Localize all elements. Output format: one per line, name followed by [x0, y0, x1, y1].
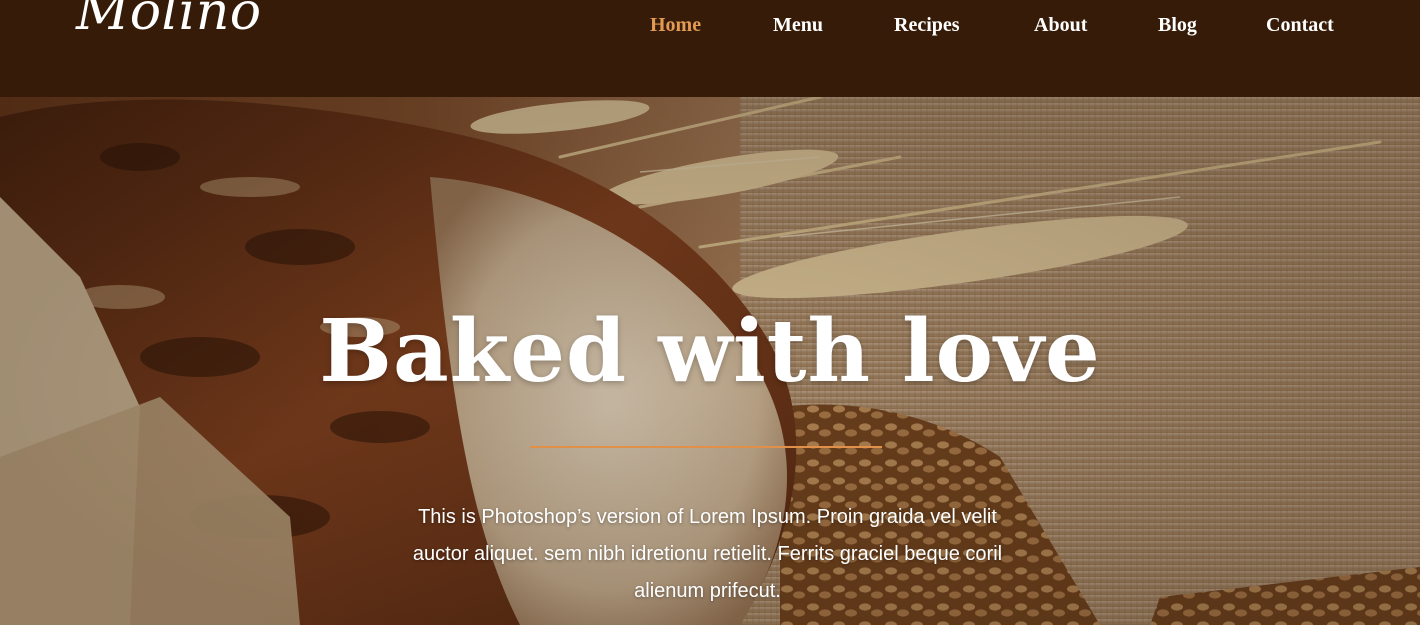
nav-link-contact[interactable]: Contact: [1266, 13, 1334, 37]
hero-divider: [530, 446, 882, 448]
site-header: Molino Home Menu Recipes About Blog Cont…: [0, 0, 1420, 97]
hero-section: Baked with love This is Photoshop’s vers…: [0, 97, 1420, 625]
nav-link-home[interactable]: Home: [650, 13, 701, 37]
nav-link-blog[interactable]: Blog: [1158, 13, 1197, 37]
hero-title: Baked with love: [319, 301, 1101, 402]
nav-link-recipes[interactable]: Recipes: [894, 13, 960, 37]
nav-link-menu[interactable]: Menu: [773, 13, 823, 37]
main-navigation: Home Menu Recipes About Blog Contact: [0, 13, 1420, 39]
nav-link-about[interactable]: About: [1034, 13, 1087, 37]
hero-description: This is Photoshop’s version of Lorem Ips…: [412, 506, 1003, 602]
